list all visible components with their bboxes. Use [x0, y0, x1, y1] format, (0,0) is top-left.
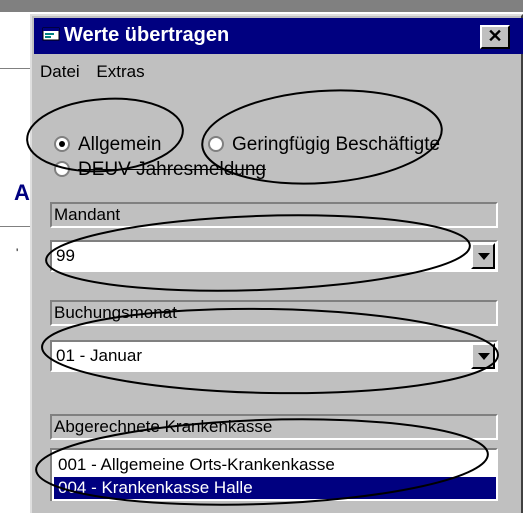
- radio-allgemein-indicator[interactable]: [54, 136, 70, 152]
- buchungsmonat-dropdown-button[interactable]: [471, 343, 495, 369]
- background-divider: [0, 68, 30, 69]
- mandant-combobox[interactable]: 99: [50, 240, 498, 272]
- krankenkasse-listbox[interactable]: 001 - Allgemeine Orts-Krankenkasse 004 -…: [50, 448, 498, 501]
- radio-deuv-label: DEUV Jahresmeldung: [78, 159, 266, 180]
- background-partial-text: ': [16, 246, 19, 260]
- radio-deuv[interactable]: DEUV Jahresmeldung: [54, 159, 266, 181]
- dialog-title: Werte übertragen: [64, 24, 230, 46]
- radio-geringfuegig-label: Geringfügig Beschäftigte: [232, 134, 441, 155]
- krankenkasse-label: Abgerechnete Krankenkasse: [50, 414, 498, 440]
- radio-geringfuegig-indicator[interactable]: [208, 136, 224, 152]
- buchungsmonat-label: Buchungsmonat: [50, 300, 498, 326]
- mandant-value: 99: [56, 246, 75, 265]
- mandant-dropdown-button[interactable]: [471, 243, 495, 269]
- menu-item-extras[interactable]: Extras: [96, 62, 144, 82]
- menu-item-datei[interactable]: Datei: [40, 62, 80, 82]
- background-window-frame: [0, 0, 523, 12]
- mandant-label: Mandant: [50, 202, 498, 228]
- radio-allgemein-label: Allgemein: [78, 134, 162, 155]
- radio-geringfuegig[interactable]: Geringfügig Beschäftigte: [208, 134, 440, 156]
- close-button[interactable]: ✕: [480, 25, 510, 49]
- app-icon: [42, 27, 60, 41]
- title-bar[interactable]: Werte übertragen ✕: [34, 18, 523, 54]
- list-item-selected[interactable]: 004 - Krankenkasse Halle: [54, 477, 496, 499]
- buchungsmonat-value: 01 - Januar: [56, 346, 142, 365]
- werte-uebertragen-dialog: Werte übertragen ✕ Datei Extras Allgemei…: [30, 14, 523, 513]
- background-divider: [0, 226, 30, 227]
- buchungsmonat-combobox[interactable]: 01 - Januar: [50, 340, 498, 372]
- radio-allgemein[interactable]: Allgemein: [54, 134, 161, 156]
- menu-bar: Datei Extras: [40, 62, 157, 88]
- background-partial-text: A: [14, 180, 30, 205]
- list-item[interactable]: 001 - Allgemeine Orts-Krankenkasse: [54, 454, 496, 476]
- radio-deuv-indicator[interactable]: [54, 161, 70, 177]
